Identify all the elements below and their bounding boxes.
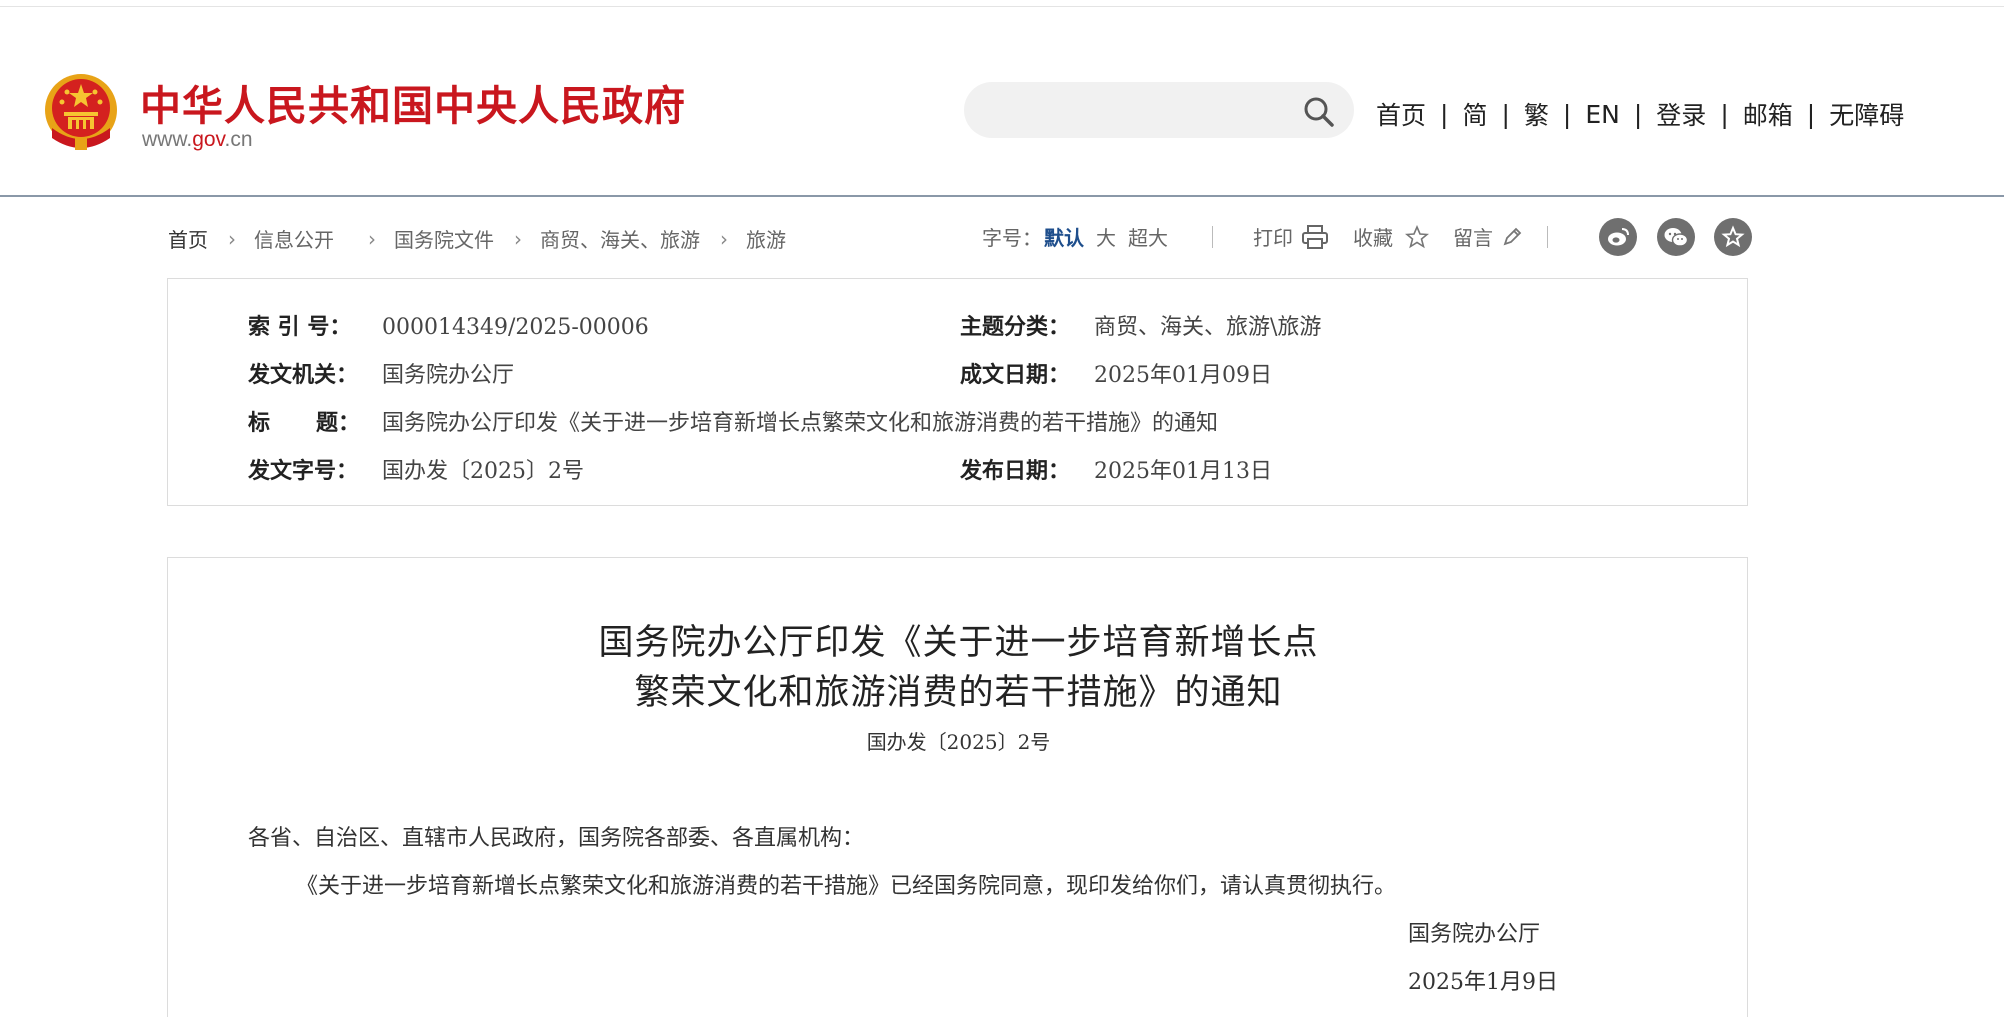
search-input[interactable] bbox=[986, 92, 1290, 130]
breadcrumb-trade-customs-tourism[interactable]: 商贸、海关、旅游 bbox=[540, 224, 700, 253]
meta-issuer: 发文机关： 国务院办公厅 bbox=[248, 357, 514, 389]
chevron-right-icon: › bbox=[368, 226, 376, 251]
nav-separator: | bbox=[1806, 99, 1816, 129]
nav-separator: | bbox=[1501, 99, 1510, 129]
divider bbox=[1547, 225, 1548, 248]
meta-docno-label: 发文字号： bbox=[248, 458, 359, 484]
nav-accessibility[interactable]: 无障碍 bbox=[1829, 96, 1904, 132]
breadcrumb-home[interactable]: 首页 bbox=[168, 224, 208, 253]
meta-issuer-value: 国务院办公厅 bbox=[382, 363, 515, 388]
meta-published-value: 2025年01月13日 bbox=[1094, 459, 1272, 484]
nav-traditional[interactable]: 繁 bbox=[1524, 96, 1549, 132]
meta-docno: 发文字号： 国办发〔2025〕2号 bbox=[248, 453, 584, 485]
print-button[interactable]: 打印 bbox=[1253, 222, 1329, 251]
meta-published: 发布日期： 2025年01月13日 bbox=[960, 453, 1272, 485]
wechat-icon[interactable] bbox=[1657, 218, 1695, 256]
document-metadata: 索 引 号： 000014349/2025-00006 主题分类： 商贸、海关、旅游… bbox=[167, 278, 1748, 506]
font-size-label: 字号： bbox=[982, 226, 1042, 250]
article-title: 国务院办公厅印发《关于进一步培育新增长点 繁荣文化和旅游消费的若干措施》的通知 bbox=[168, 618, 1749, 718]
article-title-line-2: 繁荣文化和旅游消费的若干措施》的通知 bbox=[634, 673, 1283, 713]
article-tools: 字号： 默认 大 超大 打印 收藏 留言 bbox=[982, 222, 1592, 251]
breadcrumb: 首页 › 信息公开 › 国务院文件 › 商贸、海关、旅游 › 旅游 bbox=[168, 224, 786, 253]
meta-created-value: 2025年01月09日 bbox=[1094, 363, 1272, 388]
top-border bbox=[0, 6, 2004, 7]
meta-title-label: 标 题： bbox=[248, 410, 360, 436]
favorite-button[interactable]: 收藏 bbox=[1353, 222, 1429, 251]
site-title[interactable]: 中华人民共和国中央人民政府 bbox=[140, 72, 686, 132]
star-circle-icon[interactable] bbox=[1714, 218, 1752, 256]
comment-label: 留言 bbox=[1453, 226, 1493, 250]
star-outline-icon bbox=[1405, 224, 1429, 248]
article-signature: 国务院办公厅 bbox=[1408, 922, 1541, 947]
nav-separator: | bbox=[1633, 99, 1643, 129]
chevron-right-icon: › bbox=[228, 226, 236, 251]
chevron-right-icon: › bbox=[514, 226, 522, 251]
font-size-default[interactable]: 默认 bbox=[1044, 222, 1084, 251]
pencil-icon bbox=[1503, 227, 1522, 245]
meta-index-label: 索 引 号： bbox=[248, 314, 352, 340]
meta-title-value: 国务院办公厅印发《关于进一步培育新增长点繁荣文化和旅游消费的若干措施》的通知 bbox=[382, 411, 1219, 436]
article-body: 国务院办公厅印发《关于进一步培育新增长点 繁荣文化和旅游消费的若干措施》的通知 … bbox=[167, 557, 1748, 1017]
meta-topic: 主题分类： 商贸、海关、旅游\旅游 bbox=[960, 309, 1321, 341]
meta-docno-value: 国办发〔2025〕2号 bbox=[382, 459, 584, 484]
national-emblem-icon bbox=[45, 74, 117, 150]
meta-published-label: 发布日期： bbox=[960, 458, 1071, 484]
article-paragraph: 《关于进一步培育新增长点繁荣文化和旅游消费的若干措施》已经国务院同意，现印发给你… bbox=[296, 874, 1397, 899]
article-doc-number: 国办发〔2025〕2号 bbox=[866, 730, 1051, 754]
nav-english[interactable]: EN bbox=[1585, 100, 1620, 129]
printer-icon bbox=[1302, 224, 1328, 249]
weibo-icon[interactable] bbox=[1599, 218, 1637, 256]
nav-mail[interactable]: 邮箱 bbox=[1743, 96, 1793, 132]
search-icon[interactable] bbox=[1302, 95, 1336, 129]
meta-topic-value: 商贸、海关、旅游\旅游 bbox=[1094, 315, 1322, 340]
search-box bbox=[964, 82, 1354, 138]
print-label: 打印 bbox=[1253, 226, 1293, 250]
header-divider bbox=[0, 195, 2004, 197]
font-size-large[interactable]: 大 bbox=[1096, 222, 1116, 251]
article-title-line-1: 国务院办公厅印发《关于进一步培育新增长点 bbox=[598, 623, 1319, 663]
nav-home[interactable]: 首页 bbox=[1376, 96, 1426, 132]
article-salutation: 各省、自治区、直辖市人民政府，国务院各部委、各直属机构： bbox=[248, 826, 865, 851]
meta-index-value: 000014349/2025-00006 bbox=[382, 315, 649, 340]
favorite-label: 收藏 bbox=[1353, 226, 1393, 250]
breadcrumb-info-disclosure[interactable]: 信息公开 bbox=[254, 224, 334, 253]
nav-separator: | bbox=[1720, 99, 1729, 129]
breadcrumb-tourism[interactable]: 旅游 bbox=[746, 224, 786, 253]
top-nav: 首页 | 简 | 繁 | EN | 登录 | 邮箱 | 无障碍 bbox=[1376, 96, 1904, 132]
meta-created: 成文日期： 2025年01月09日 bbox=[960, 357, 1272, 389]
comment-button[interactable]: 留言 bbox=[1453, 222, 1523, 251]
breadcrumb-state-council-docs[interactable]: 国务院文件 bbox=[394, 224, 494, 253]
meta-issuer-label: 发文机关： bbox=[248, 362, 359, 388]
site-domain: www.gov.cn bbox=[142, 128, 253, 151]
article-date: 2025年1月9日 bbox=[1408, 970, 1558, 995]
nav-separator: | bbox=[1440, 99, 1449, 129]
meta-topic-label: 主题分类： bbox=[960, 314, 1071, 340]
meta-index: 索 引 号： 000014349/2025-00006 bbox=[248, 309, 649, 341]
meta-title: 标 题： 国务院办公厅印发《关于进一步培育新增长点繁荣文化和旅游消费的若干措施》的… bbox=[248, 405, 1218, 437]
divider bbox=[1212, 225, 1213, 248]
nav-separator: | bbox=[1562, 99, 1572, 129]
meta-created-label: 成文日期： bbox=[960, 362, 1071, 388]
nav-simplified[interactable]: 简 bbox=[1462, 96, 1487, 132]
font-size-xlarge[interactable]: 超大 bbox=[1128, 222, 1168, 251]
chevron-right-icon: › bbox=[720, 226, 728, 251]
nav-login[interactable]: 登录 bbox=[1656, 96, 1706, 132]
